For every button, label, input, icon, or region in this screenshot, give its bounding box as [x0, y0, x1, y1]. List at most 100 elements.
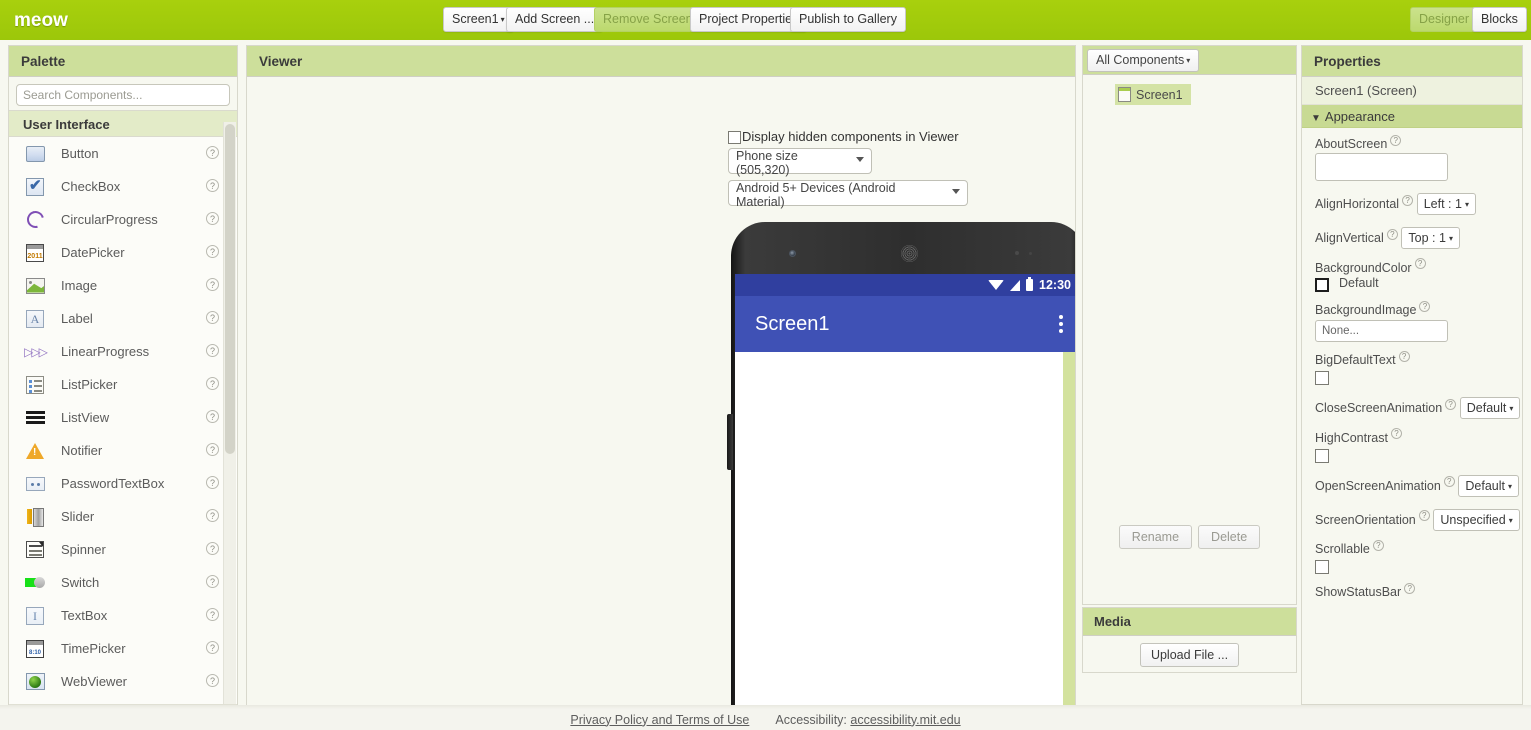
palette-item-passwordtextbox[interactable]: PasswordTextBox ? — [9, 467, 237, 500]
tab-designer[interactable]: Designer — [1410, 7, 1479, 32]
palette-item-circularprogress[interactable]: CircularProgress ? — [9, 203, 237, 236]
help-icon[interactable]: ? — [206, 608, 219, 621]
form-scrollbar-strip[interactable] — [1063, 352, 1075, 708]
help-icon[interactable]: ? — [1390, 135, 1402, 146]
rename-button[interactable]: Rename — [1118, 525, 1193, 549]
property-label: AlignVertical — [1315, 231, 1384, 246]
help-icon[interactable]: ? — [206, 179, 219, 192]
menu-dots-icon[interactable] — [1059, 322, 1063, 326]
media-panel: Media Upload File ... — [1082, 607, 1297, 673]
help-icon[interactable]: ? — [206, 509, 219, 522]
backgroundcolor-swatch-row[interactable]: Default — [1315, 275, 1522, 292]
highcontrast-checkbox[interactable] — [1315, 448, 1329, 463]
palette-item-slider[interactable]: Slider ? — [9, 500, 237, 533]
display-hidden-components-checkbox[interactable] — [728, 131, 741, 144]
help-icon[interactable]: ? — [1404, 583, 1416, 595]
help-icon[interactable]: ? — [206, 476, 219, 489]
image-icon — [25, 276, 45, 296]
triangle-down-icon: ▼ — [1311, 113, 1321, 124]
palette-item-button[interactable]: Button ? — [9, 137, 237, 170]
component-tree: Screen1 Rename Delete — [1083, 75, 1296, 555]
android-version-select[interactable]: Android 5+ Devices (Android Material) — [728, 180, 968, 209]
display-hidden-components-row[interactable]: Display hidden components in Viewer — [728, 129, 1068, 144]
help-icon[interactable]: ? — [206, 641, 219, 654]
help-icon[interactable]: ? — [206, 344, 219, 357]
help-icon[interactable]: ? — [206, 377, 219, 390]
help-icon[interactable]: ? — [206, 146, 219, 159]
help-icon[interactable]: ? — [1418, 510, 1430, 522]
palette-item-timepicker[interactable]: 8:10 TimePicker ? — [9, 632, 237, 665]
screenorientation-dropdown[interactable]: Unspecified ▾ — [1433, 508, 1520, 531]
add-screen-button[interactable]: Add Screen ... — [506, 7, 604, 32]
property-backgroundcolor: BackgroundColor? Default — [1315, 258, 1522, 292]
phone-size-select[interactable]: Phone size (505,320) — [728, 148, 872, 177]
help-icon[interactable]: ? — [206, 311, 219, 324]
palette-item-switch[interactable]: Switch ? — [9, 566, 237, 599]
help-icon[interactable]: ? — [1390, 428, 1402, 440]
palette-item-linearprogress[interactable]: ▷▷▷ LinearProgress ? — [9, 335, 237, 368]
help-icon[interactable]: ? — [1445, 399, 1457, 411]
delete-button[interactable]: Delete — [1198, 525, 1261, 549]
palette-item-listview[interactable]: ListView ? — [9, 401, 237, 434]
help-icon[interactable]: ? — [206, 674, 219, 687]
help-icon[interactable]: ? — [206, 542, 219, 555]
viewer-title: Viewer — [247, 46, 1075, 77]
palette-item-listpicker[interactable]: ListPicker ? — [9, 368, 237, 401]
help-icon[interactable]: ? — [1386, 229, 1398, 240]
palette-scrollbar-thumb[interactable] — [225, 124, 235, 454]
password-textbox-icon — [25, 474, 45, 494]
help-icon[interactable]: ? — [206, 245, 219, 258]
chevron-down-icon: ▾ — [1186, 56, 1191, 65]
help-icon[interactable]: ? — [206, 212, 219, 225]
palette-item-datepicker[interactable]: 2011 DatePicker ? — [9, 236, 237, 269]
screen-selector-label: Screen1 — [452, 12, 499, 26]
publish-to-gallery-button[interactable]: Publish to Gallery — [790, 7, 906, 32]
help-icon[interactable]: ? — [1398, 351, 1410, 363]
palette-item-label: Spinner — [61, 542, 106, 557]
palette-scrollbar[interactable] — [223, 122, 236, 704]
openscreenanimation-dropdown[interactable]: Default ▾ — [1458, 474, 1520, 497]
backgroundimage-field[interactable]: None... — [1315, 320, 1448, 343]
color-swatch[interactable] — [1315, 277, 1329, 292]
help-icon[interactable]: ? — [1443, 476, 1455, 488]
property-label: ShowStatusBar — [1315, 585, 1402, 600]
palette-item-checkbox[interactable]: CheckBox ? — [9, 170, 237, 203]
bigdefaulttext-checkbox[interactable] — [1315, 371, 1329, 386]
help-icon[interactable]: ? — [206, 575, 219, 588]
media-body: Upload File ... — [1083, 636, 1296, 667]
aboutscreen-textarea[interactable] — [1315, 153, 1448, 182]
accessibility-link[interactable]: accessibility.mit.edu — [850, 713, 960, 727]
palette-item-notifier[interactable]: Notifier ? — [9, 434, 237, 467]
closescreenanimation-dropdown[interactable]: Default ▾ — [1459, 397, 1521, 420]
help-icon[interactable]: ? — [1419, 300, 1431, 312]
alignhorizontal-dropdown[interactable]: Left : 1 ▾ — [1416, 193, 1476, 216]
privacy-policy-link[interactable]: Privacy Policy and Terms of Use — [570, 713, 749, 727]
search-input[interactable] — [16, 84, 230, 106]
tab-blocks[interactable]: Blocks — [1472, 7, 1527, 32]
help-icon[interactable]: ? — [1414, 258, 1426, 270]
palette-item-webviewer[interactable]: WebViewer ? — [9, 665, 237, 698]
help-icon[interactable]: ? — [206, 278, 219, 291]
remove-screen-button[interactable]: Remove Screen — [594, 7, 702, 32]
chevron-down-icon: ▾ — [1509, 404, 1514, 414]
help-icon[interactable]: ? — [1372, 539, 1384, 551]
palette-item-image[interactable]: Image ? — [9, 269, 237, 302]
upload-file-button[interactable]: Upload File ... — [1139, 643, 1240, 667]
palette-item-label[interactable]: A Label ? — [9, 302, 237, 335]
palette-item-label: ListView — [61, 410, 110, 425]
properties-section-appearance[interactable]: ▼ Appearance — [1302, 105, 1522, 128]
help-icon[interactable]: ? — [206, 410, 219, 423]
screen-selector-dropdown[interactable]: Screen1 ▾ — [443, 7, 514, 32]
tree-item-screen1[interactable]: Screen1 — [1115, 84, 1191, 105]
palette-item-textbox[interactable]: I TextBox ? — [9, 599, 237, 632]
components-filter-dropdown[interactable]: All Components ▾ — [1087, 49, 1200, 72]
palette-category-user-interface[interactable]: User Interface — [9, 110, 237, 137]
viewer-controls: Display hidden components in Viewer Phon… — [728, 129, 1068, 212]
android-title-bar[interactable]: Screen1 — [735, 296, 1075, 352]
scrollable-checkbox[interactable] — [1315, 560, 1329, 575]
alignvertical-dropdown[interactable]: Top : 1 ▾ — [1401, 227, 1460, 250]
palette-item-spinner[interactable]: Spinner ? — [9, 533, 237, 566]
help-icon[interactable]: ? — [1402, 195, 1414, 206]
help-icon[interactable]: ? — [206, 443, 219, 456]
form-design-canvas[interactable] — [735, 352, 1075, 708]
